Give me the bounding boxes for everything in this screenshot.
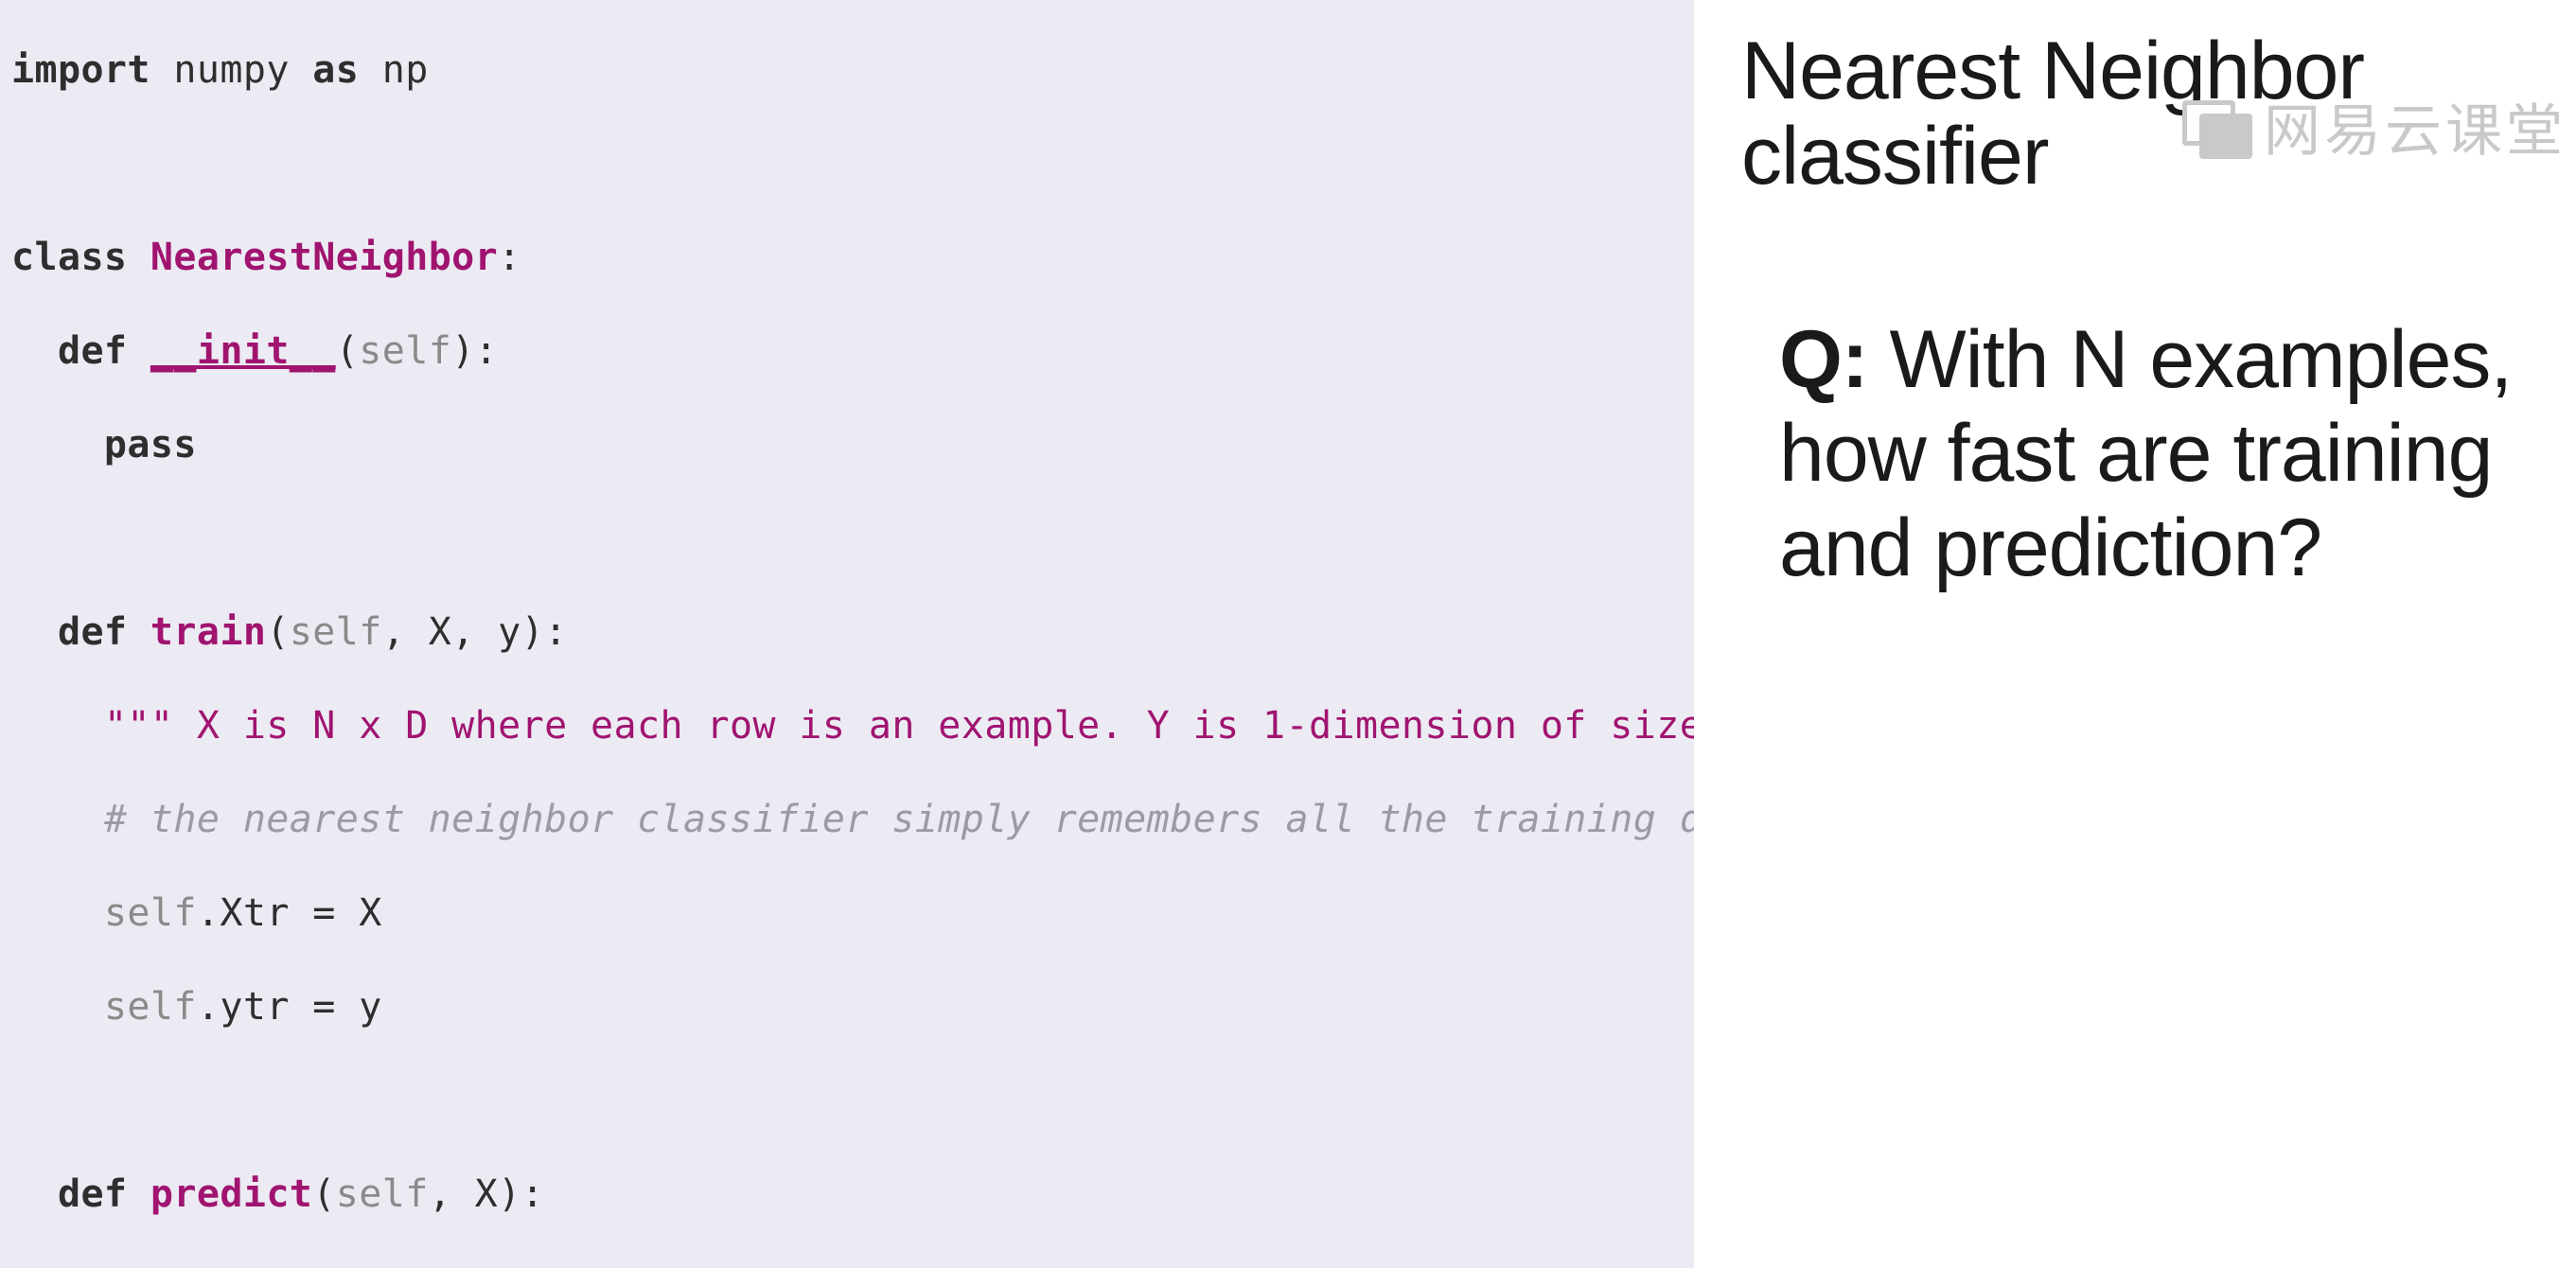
question-block: Q: With N examples, how fast are trainin… [1741, 313, 2548, 596]
question-label: Q: [1779, 314, 1868, 405]
code-line: def predict(self, X): [11, 1171, 1683, 1219]
code-text: numpy [150, 48, 312, 92]
indent [11, 329, 58, 373]
code-line: # the nearest neighbor classifier simply… [11, 797, 1683, 844]
self-param: self [290, 610, 382, 654]
code-line: class NearestNeighbor: [11, 235, 1683, 282]
code-line: """ X is N x D where each row is an exam… [11, 703, 1683, 750]
watermark: 网易云课堂 [2182, 85, 2567, 167]
keyword-def: def [58, 329, 150, 373]
keyword-pass: pass [11, 423, 197, 467]
self-param: self [336, 1172, 429, 1216]
code-text: np [359, 48, 428, 92]
code-text: ( [336, 329, 359, 373]
func-predict: predict [150, 1172, 312, 1216]
code-line: pass [11, 422, 1683, 469]
code-text: : [498, 236, 520, 279]
code-text: , X, y): [382, 610, 568, 654]
indent [11, 891, 104, 935]
keyword-def: def [58, 1172, 150, 1216]
dunder-init: __init__ [150, 329, 336, 373]
code-line: self.ytr = y [11, 984, 1683, 1031]
self-ref: self [104, 985, 197, 1029]
docstring: """ X is N x D where each row is an exam… [104, 704, 1842, 748]
code-panel: import numpy as np class NearestNeighbor… [0, 0, 1694, 1268]
code-line: """ X is N x D where each row is an exam… [11, 1265, 1683, 1268]
code-line: import numpy as np [11, 47, 1683, 95]
indent [11, 985, 104, 1029]
keyword-class: class [11, 236, 150, 279]
code-line: def __init__(self): [11, 328, 1683, 376]
func-train: train [150, 610, 266, 654]
class-name: NearestNeighbor [150, 236, 498, 279]
blank-line [11, 141, 1683, 188]
keyword-as: as [312, 48, 359, 92]
code-line: self.Xtr = X [11, 890, 1683, 938]
keyword-def: def [58, 610, 150, 654]
indent [11, 610, 58, 654]
code-text: .ytr = y [197, 985, 382, 1029]
indent [11, 704, 104, 748]
code-text: , X): [429, 1172, 544, 1216]
right-panel: Nearest Neighbor classifier 网易云课堂 Q: Wit… [1694, 0, 2576, 1268]
self-param: self [359, 329, 451, 373]
watermark-icon [2182, 100, 2249, 153]
blank-line [11, 516, 1683, 563]
question-body: With N examples, how fast are training a… [1779, 314, 2512, 594]
watermark-text: 网易云课堂 [2264, 85, 2567, 167]
indent [11, 798, 104, 841]
code-text: ): [451, 329, 498, 373]
indent [11, 1172, 58, 1216]
code-text: ( [312, 1172, 335, 1216]
code-text: .Xtr = X [197, 891, 382, 935]
blank-line [11, 1078, 1683, 1125]
code-text: ( [266, 610, 289, 654]
slide-container: import numpy as np class NearestNeighbor… [0, 0, 2576, 1268]
code-line: def train(self, X, y): [11, 609, 1683, 657]
keyword-import: import [11, 48, 150, 92]
square-icon [2199, 114, 2252, 159]
comment: # the nearest neighbor classifier simply… [104, 798, 1773, 841]
self-ref: self [104, 891, 197, 935]
